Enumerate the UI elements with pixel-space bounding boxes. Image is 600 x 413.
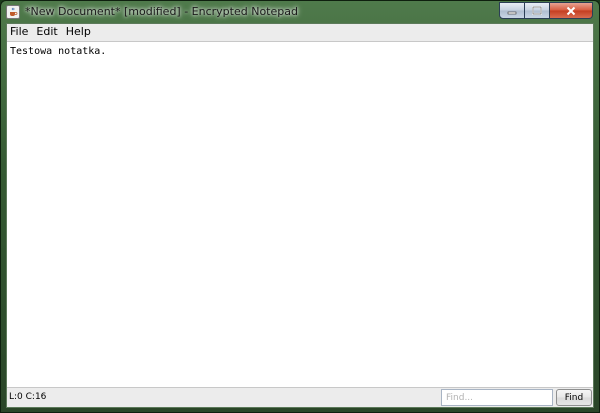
title-bar[interactable]: *New Document* [modified] - Encrypted No… [1,1,599,23]
close-icon [566,6,576,15]
find-button[interactable]: Find [556,389,592,406]
menu-file[interactable]: File [7,24,32,40]
text-editor[interactable]: Testowa notatka. [7,41,593,388]
status-bar: L:0 C:16 Find [7,388,593,407]
close-button[interactable] [550,2,593,19]
menu-edit[interactable]: Edit [32,24,61,40]
java-cup-icon[interactable] [6,5,20,19]
find-input[interactable] [441,389,553,406]
client-area: File Edit Help Testowa notatka. L:0 C:16… [6,23,594,408]
editor-content[interactable]: Testowa notatka. [10,46,106,57]
minimize-icon [507,11,517,14]
window-title: *New Document* [modified] - Encrypted No… [25,5,298,18]
maximize-button[interactable] [525,2,550,19]
menu-help[interactable]: Help [62,24,95,40]
maximize-icon [532,6,542,15]
cursor-position: L:0 C:16 [9,392,47,402]
menu-bar: File Edit Help [7,24,593,40]
minimize-button[interactable] [499,2,525,19]
application-window: *New Document* [modified] - Encrypted No… [0,0,600,413]
window-controls [499,2,593,19]
